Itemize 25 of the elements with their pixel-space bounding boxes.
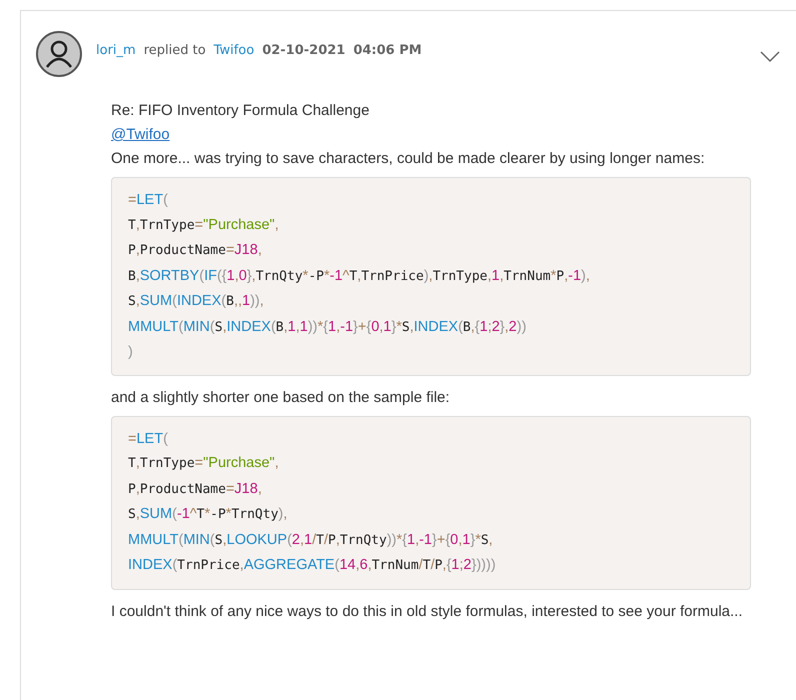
post-time: 04:06 PM — [353, 43, 422, 58]
post-subject: Re: FIFO Inventory Formula Challenge — [111, 101, 370, 121]
code-line: INDEX(TrnPrice,AGGREGATE(14,6,TrnNum/T/P,{1;2})))) — [128, 556, 497, 575]
mention-link[interactable]: @Twifoo — [111, 126, 170, 143]
author-link[interactable]: lori_m — [96, 43, 136, 58]
post-paragraph: One more... was trying to save characters, could be made clearer by using longer names: — [111, 149, 706, 169]
code-line: MMULT(MIN(S,INDEX(B,1,1))*{1,-1}+{0,1}*S,INDEX(B,{1;2},2)) — [128, 318, 528, 336]
replied-to-label: replied to — [144, 43, 206, 58]
code-line: =LET( — [128, 191, 169, 210]
code-line: P,ProductName=J18, — [128, 480, 263, 498]
post-paragraph: and a slightly shorter one based on the sample file: — [111, 388, 451, 408]
chevron-down-icon[interactable] — [760, 51, 780, 63]
code-line: S,SUM(INDEX(B,,1)), — [128, 292, 265, 311]
code-line: P,ProductName=J18, — [128, 241, 263, 260]
recipient-link[interactable]: Twifoo — [214, 43, 254, 58]
code-line: =LET( — [128, 430, 169, 448]
code-line: B,SORTBY(IF({1,0},TrnQty*-P*-1^T,TrnPrice),TrnType,1,TrnNum*P,-1), — [128, 266, 591, 286]
post-paragraph: I couldn't think of any nice ways to do this in old style formulas, interested to see your formula... — [111, 602, 744, 622]
avatar-icon[interactable] — [36, 31, 82, 77]
code-line: T,TrnType="Purchase", — [128, 216, 280, 234]
code-line: ) — [128, 343, 134, 362]
code-line: T,TrnType="Purchase", — [128, 454, 280, 473]
code-line: S,SUM(-1^T*-P*TrnQty), — [128, 505, 288, 524]
code-line: MMULT(MIN(S,LOOKUP(2,1/T/P,TrnQty))*{1,-1}+{0,1}*S, — [128, 530, 494, 550]
post-date: 02-10-2021 — [262, 43, 346, 58]
